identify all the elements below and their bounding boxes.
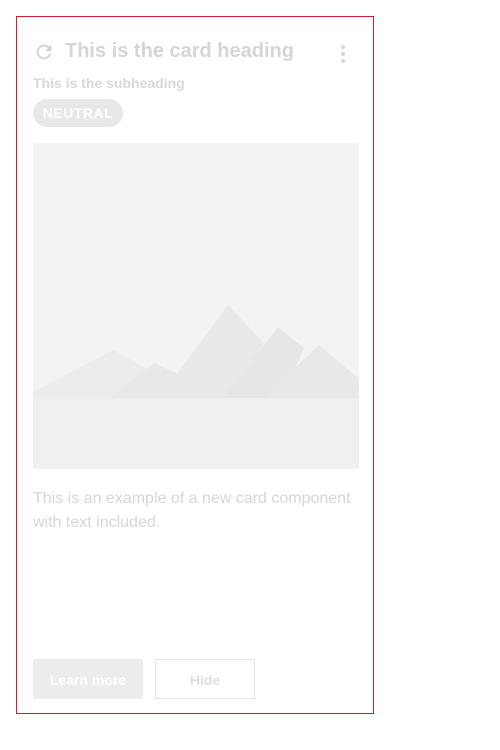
card: This is the card heading This is the sub… <box>16 16 374 714</box>
status-badge: NEUTRAL <box>33 99 123 127</box>
mountains-image-placeholder <box>33 143 359 469</box>
card-body-text: This is an example of a new card compone… <box>33 490 351 531</box>
card-heading: This is the card heading <box>65 40 294 62</box>
card-subheading: This is the subheading <box>33 75 185 91</box>
card-header: This is the card heading <box>33 40 359 69</box>
more-vertical-icon[interactable] <box>334 44 352 64</box>
refresh-icon[interactable] <box>33 41 55 63</box>
hide-button[interactable]: Hide <box>155 659 255 699</box>
learn-more-button[interactable]: Learn more <box>33 659 143 699</box>
image-placeholder <box>33 143 359 469</box>
